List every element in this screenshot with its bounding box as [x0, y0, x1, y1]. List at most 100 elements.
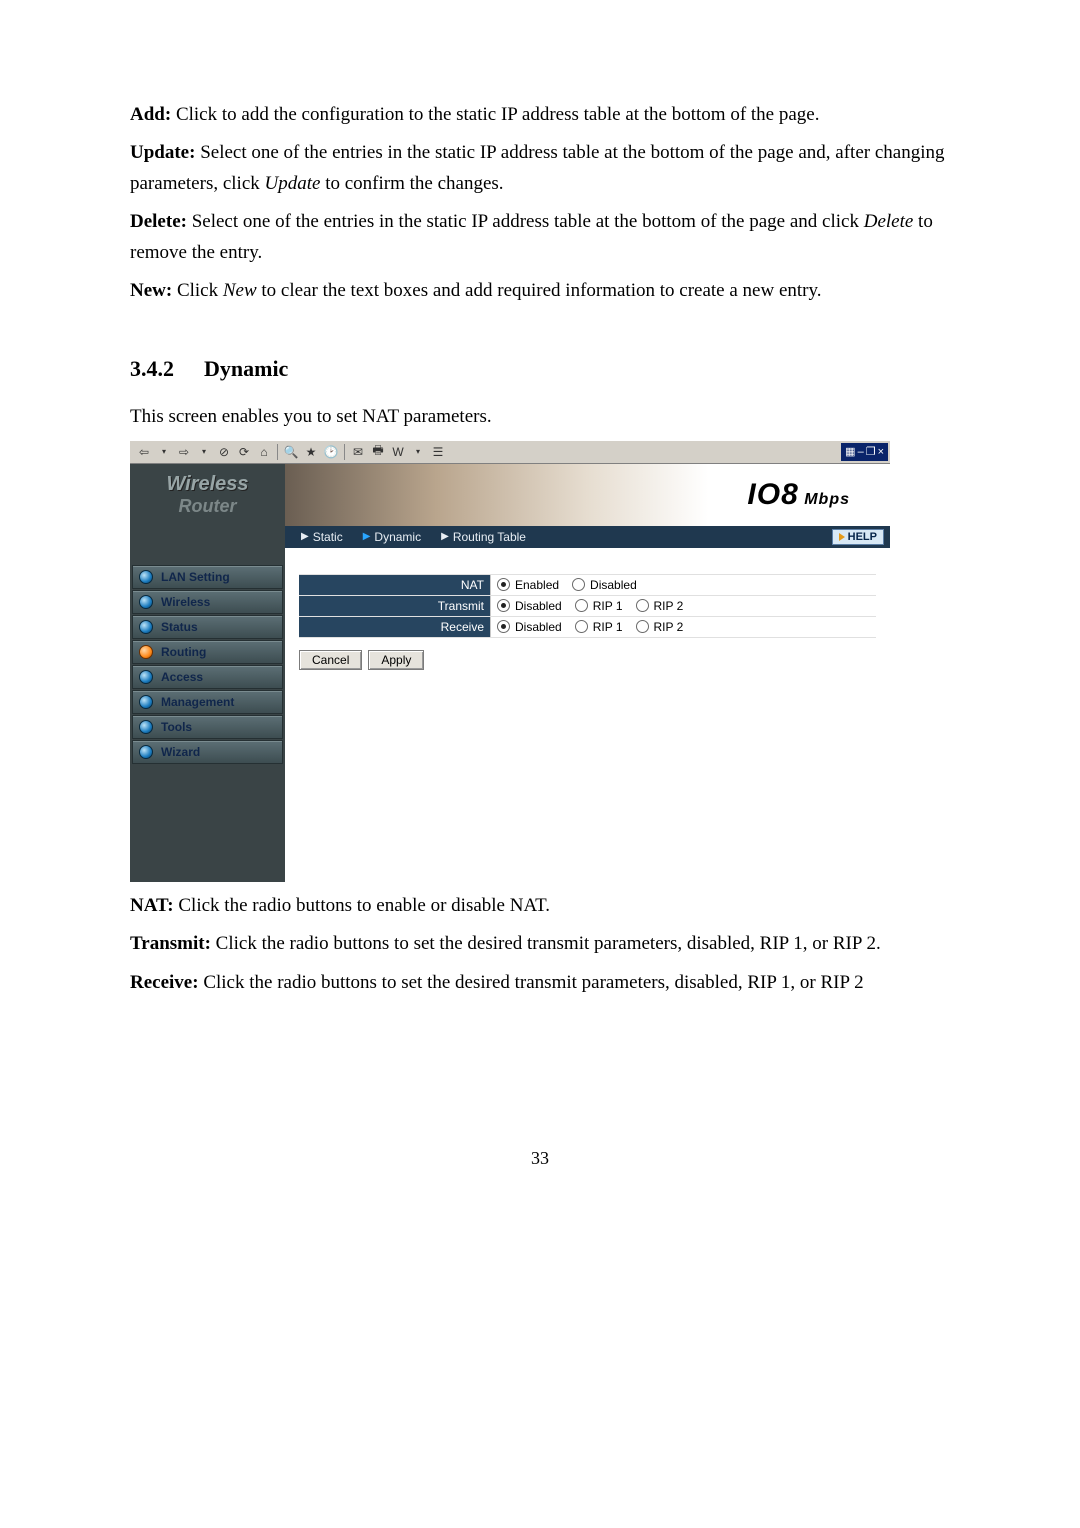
- delete-label: Delete:: [130, 211, 187, 232]
- tab-label: Routing Table: [453, 530, 526, 544]
- add-paragraph: Add: Click to add the configuration to t…: [130, 100, 950, 130]
- bullet-icon: [139, 720, 153, 734]
- bullet-icon: [139, 645, 153, 659]
- home-icon[interactable]: ⌂: [254, 443, 274, 461]
- close-button[interactable]: ×: [878, 446, 884, 458]
- sidebar-item-routing[interactable]: Routing: [132, 640, 283, 664]
- form-area: NAT Enabled Disabled Transmit Disabled R…: [285, 548, 890, 684]
- favorites-icon[interactable]: ★: [301, 443, 321, 461]
- sidebar-item-management[interactable]: Management: [132, 690, 283, 714]
- form-row-nat: NAT Enabled Disabled: [299, 574, 876, 596]
- section-heading: 3.4.2 Dynamic: [130, 356, 950, 382]
- section-title: Dynamic: [204, 356, 288, 381]
- radio-transmit-rip2[interactable]: [636, 599, 649, 612]
- update-label: Update:: [130, 142, 195, 163]
- new-em: New: [223, 280, 257, 301]
- page-number: 33: [130, 1148, 950, 1169]
- help-button[interactable]: HELP: [832, 529, 884, 545]
- print-icon[interactable]: 🖶: [368, 443, 388, 461]
- sidebar: Wireless Router LAN Setting Wireless Sta…: [130, 464, 285, 882]
- transmit-label: Transmit: [299, 596, 491, 616]
- nat-desc-label: NAT:: [130, 895, 174, 916]
- bullet-icon: [139, 670, 153, 684]
- radio-receive-rip2[interactable]: [636, 620, 649, 633]
- radio-label: Enabled: [515, 578, 559, 592]
- restore-button[interactable]: ❐: [866, 445, 876, 458]
- triangle-icon: ▶: [363, 531, 371, 542]
- receive-desc-label: Receive:: [130, 972, 199, 993]
- sidebar-item-label: Routing: [161, 645, 206, 659]
- bullet-icon: [139, 595, 153, 609]
- stop-icon[interactable]: ⊘: [214, 443, 234, 461]
- edit-icon[interactable]: W: [388, 443, 408, 461]
- minimize-button[interactable]: –: [858, 446, 864, 458]
- dropdown-icon[interactable]: ▾: [194, 443, 214, 461]
- sidebar-item-tools[interactable]: Tools: [132, 715, 283, 739]
- radio-label: Disabled: [515, 620, 562, 634]
- tab-static[interactable]: ▶ Static: [291, 530, 353, 544]
- dropdown-icon[interactable]: ▾: [154, 443, 174, 461]
- sidebar-item-label: Management: [161, 695, 234, 709]
- apply-button[interactable]: Apply: [368, 650, 424, 670]
- new-paragraph: New: Click New to clear the text boxes a…: [130, 276, 950, 306]
- bullet-icon: [139, 695, 153, 709]
- sidebar-item-wireless[interactable]: Wireless: [132, 590, 283, 614]
- receive-label: Receive: [299, 617, 491, 637]
- add-text: Click to add the configuration to the st…: [171, 104, 819, 125]
- transmit-desc: Transmit: Click the radio buttons to set…: [130, 929, 950, 959]
- ie-toolbar: ⇦ ▾ ⇨ ▾ ⊘ ⟳ ⌂ 🔍 ★ 🕑 ✉ 🖶 W ▾ ☰ ▦ – ❐ ×: [130, 441, 890, 464]
- tab-label: Static: [313, 530, 343, 544]
- tab-dynamic[interactable]: ▶Dynamic: [353, 530, 431, 544]
- logo: Wireless Router: [130, 464, 285, 526]
- radio-label: Disabled: [515, 599, 562, 613]
- content: IO8 Mbps ▶Static ▶Dynamic ▶Routing Table…: [285, 464, 890, 882]
- update-paragraph: Update: Select one of the entries in the…: [130, 138, 950, 199]
- mail-icon[interactable]: ✉: [348, 443, 368, 461]
- cancel-button[interactable]: Cancel: [299, 650, 362, 670]
- sidebar-item-label: LAN Setting: [161, 570, 230, 584]
- nat-desc: NAT: Click the radio buttons to enable o…: [130, 891, 950, 921]
- dropdown-icon[interactable]: ▾: [408, 443, 428, 461]
- form-row-receive: Receive Disabled RIP 1 RIP 2: [299, 617, 876, 638]
- sidebar-spacer: [130, 526, 285, 564]
- section-number: 3.4.2: [130, 356, 174, 381]
- radio-label: RIP 2: [654, 620, 684, 634]
- triangle-icon: ▶: [441, 531, 449, 542]
- receive-desc: Receive: Click the radio buttons to set …: [130, 968, 950, 998]
- router-screenshot: ⇦ ▾ ⇨ ▾ ⊘ ⟳ ⌂ 🔍 ★ 🕑 ✉ 🖶 W ▾ ☰ ▦ – ❐ ×: [130, 441, 890, 881]
- add-label: Add:: [130, 104, 171, 125]
- delete-em: Delete: [864, 211, 914, 232]
- section-lead: This screen enables you to set NAT param…: [130, 402, 950, 432]
- radio-receive-rip1[interactable]: [575, 620, 588, 633]
- sidebar-item-wizard[interactable]: Wizard: [132, 740, 283, 764]
- radio-nat-enabled[interactable]: [497, 578, 510, 591]
- history-icon[interactable]: 🕑: [321, 443, 341, 461]
- radio-nat-disabled[interactable]: [572, 578, 585, 591]
- bullet-icon: [139, 745, 153, 759]
- logo-line1: Wireless: [166, 473, 248, 496]
- back-icon[interactable]: ⇦: [134, 443, 154, 461]
- radio-receive-disabled[interactable]: [497, 620, 510, 633]
- app-icon: ▦: [845, 445, 855, 458]
- sidebar-item-lan[interactable]: LAN Setting: [132, 565, 283, 589]
- sidebar-item-label: Status: [161, 620, 198, 634]
- sidebar-item-label: Wireless: [161, 595, 210, 609]
- banner: IO8 Mbps: [285, 464, 890, 526]
- sidebar-item-access[interactable]: Access: [132, 665, 283, 689]
- tab-label: Dynamic: [374, 530, 421, 544]
- sidebar-item-status[interactable]: Status: [132, 615, 283, 639]
- triangle-icon: ▶: [301, 531, 309, 542]
- search-icon[interactable]: 🔍: [281, 443, 301, 461]
- discuss-icon[interactable]: ☰: [428, 443, 448, 461]
- radio-transmit-disabled[interactable]: [497, 599, 510, 612]
- tabbar: ▶Static ▶Dynamic ▶Routing Table HELP: [285, 526, 890, 548]
- delete-paragraph: Delete: Select one of the entries in the…: [130, 207, 950, 268]
- forward-icon[interactable]: ⇨: [174, 443, 194, 461]
- refresh-icon[interactable]: ⟳: [234, 443, 254, 461]
- bullet-icon: [139, 620, 153, 634]
- sidebar-item-label: Tools: [161, 720, 192, 734]
- radio-label: RIP 1: [593, 620, 623, 634]
- radio-transmit-rip1[interactable]: [575, 599, 588, 612]
- nat-label: NAT: [299, 575, 491, 595]
- tab-routing-table[interactable]: ▶ Routing Table: [431, 530, 536, 544]
